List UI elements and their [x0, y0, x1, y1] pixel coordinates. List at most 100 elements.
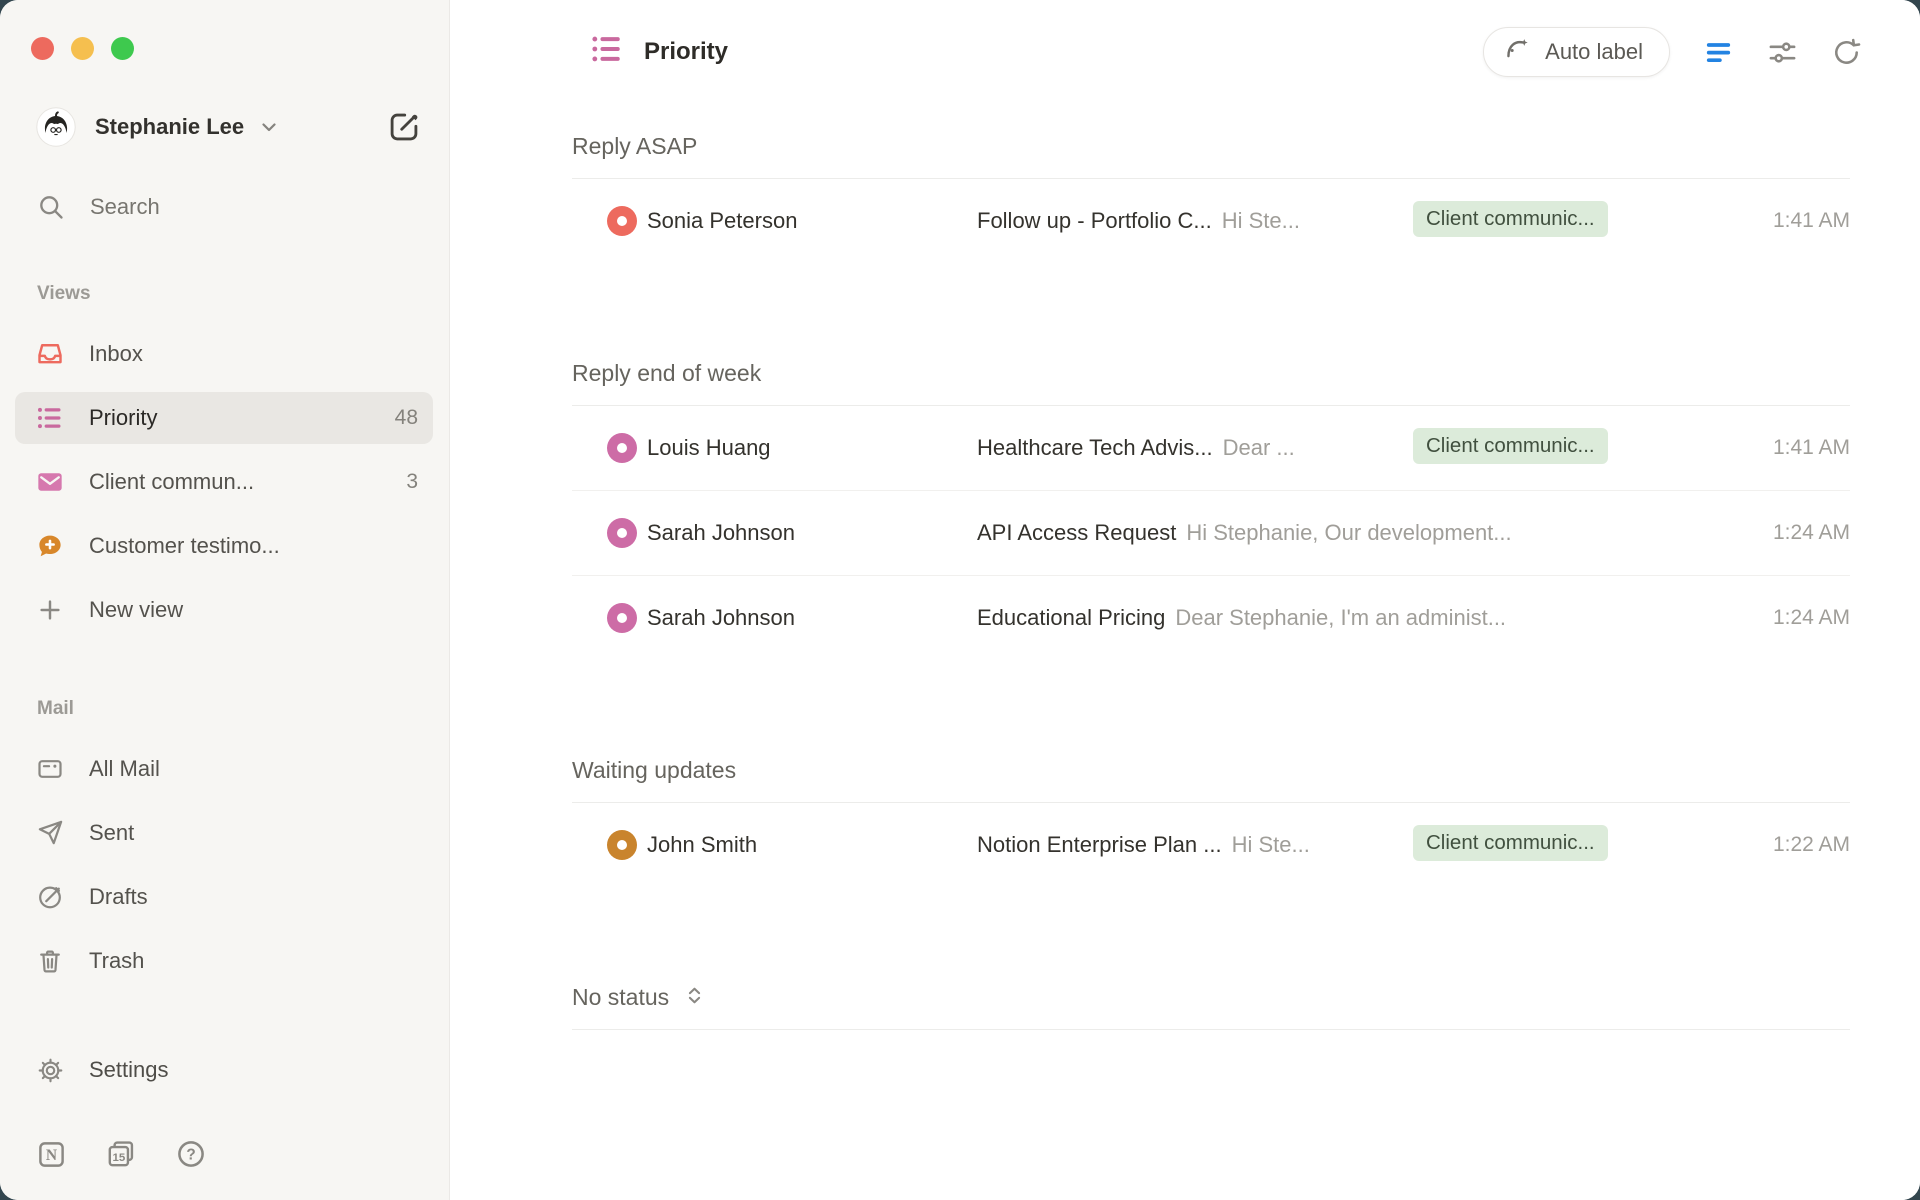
sidebar-section-mail: Mail All Mail Sent Drafts Trash: [0, 648, 449, 999]
search-button[interactable]: Search: [37, 189, 421, 225]
email-time: 1:24 AM: [1650, 521, 1850, 545]
help-icon[interactable]: ?: [175, 1138, 207, 1170]
app-window: Stephanie Lee Search Views Inbox Priority4…: [0, 0, 1920, 1200]
unread-indicator: [617, 216, 627, 226]
email-row[interactable]: Sonia PetersonFollow up - Portfolio C...…: [572, 179, 1850, 263]
updown-icon: [682, 983, 707, 1011]
send-icon: [36, 819, 64, 847]
email-snippet: Hi Ste...: [1222, 208, 1300, 234]
sidebar-section-label: Views: [37, 283, 449, 305]
mail-section-title: Waiting updates: [572, 756, 1850, 803]
mail-section-title: Reply end of week: [572, 359, 1850, 406]
unread-indicator: [617, 443, 627, 453]
sender-avatar[interactable]: [607, 518, 637, 548]
sidebar-item-all-mail[interactable]: All Mail: [15, 743, 433, 795]
priority-list-icon: [590, 32, 624, 73]
email-subject: Healthcare Tech Advis...: [977, 435, 1213, 461]
refresh-icon[interactable]: [1831, 37, 1862, 68]
email-label-tag[interactable]: Client communic...: [1413, 201, 1608, 237]
envelope-icon: [36, 468, 64, 496]
email-label-tag[interactable]: Client communic...: [1413, 825, 1608, 861]
email-row[interactable]: Sarah JohnsonAPI Access RequestHi Stepha…: [572, 490, 1850, 575]
user-avatar[interactable]: [36, 107, 76, 147]
email-subject: Follow up - Portfolio C...: [977, 208, 1212, 234]
subject-snippet: Educational PricingDear Stephanie, I'm a…: [977, 605, 1650, 631]
view-header: Priority Auto label: [450, 0, 1920, 96]
sidebar: Stephanie Lee Search Views Inbox Priority4…: [0, 0, 450, 1200]
email-time: 1:24 AM: [1650, 606, 1850, 630]
section-title-text: No status: [572, 983, 669, 1011]
gear-icon: [37, 1057, 64, 1084]
header-actions: Auto label: [1483, 27, 1862, 77]
account-name[interactable]: Stephanie Lee: [95, 114, 244, 140]
minimize-button[interactable]: [71, 37, 94, 60]
label-column: Client communic...: [1413, 825, 1650, 866]
sidebar-item-label: All Mail: [89, 756, 160, 782]
subject-snippet: Follow up - Portfolio C... Hi Ste...: [977, 208, 1413, 234]
close-button[interactable]: [31, 37, 54, 60]
email-subject: Notion Enterprise Plan ...: [977, 832, 1222, 858]
email-snippet: Dear ...: [1223, 435, 1295, 461]
subject-snippet: API Access RequestHi Stephanie, Our deve…: [977, 520, 1650, 546]
compose-icon: [387, 110, 421, 144]
unread-indicator: [617, 528, 627, 538]
sidebar-item-settings[interactable]: Settings: [0, 1044, 449, 1096]
auto-label-icon: [1503, 35, 1532, 70]
settings-label: Settings: [89, 1057, 169, 1083]
auto-label-button[interactable]: Auto label: [1483, 27, 1670, 77]
email-row[interactable]: John SmithNotion Enterprise Plan ... Hi S…: [572, 803, 1850, 887]
sidebar-item-sent[interactable]: Sent: [15, 807, 433, 859]
section-sort-toggle[interactable]: [682, 983, 707, 1011]
email-label-tag[interactable]: Client communic...: [1413, 428, 1608, 464]
sidebar-item-inbox[interactable]: Inbox: [15, 328, 433, 380]
sidebar-item-label: Sent: [89, 820, 134, 846]
svg-text:?: ?: [186, 1146, 195, 1163]
sidebar-section-label: Mail: [37, 698, 449, 720]
mail-section-reply-end-of-week: Reply end of week Louis HuangHealthcare T…: [572, 359, 1850, 660]
sender-avatar[interactable]: [607, 433, 637, 463]
sidebar-item-trash[interactable]: Trash: [15, 935, 433, 987]
sender-name: John Smith: [647, 832, 977, 858]
sender-name: Sonia Peterson: [647, 208, 977, 234]
notion-logo-icon[interactable]: N: [36, 1139, 67, 1170]
sidebar-item-label: Inbox: [89, 341, 143, 367]
sender-avatar[interactable]: [607, 830, 637, 860]
calendar-icon[interactable]: 15: [105, 1138, 137, 1170]
sender-avatar[interactable]: [607, 206, 637, 236]
sidebar-item-customer-testimo[interactable]: Customer testimo...: [15, 520, 433, 572]
sidebar-item-priority[interactable]: Priority48: [15, 392, 433, 444]
sidebar-item-client-commun[interactable]: Client commun...3: [15, 456, 433, 508]
email-row[interactable]: Sarah JohnsonEducational PricingDear Ste…: [572, 575, 1850, 660]
sidebar-nav: Views Inbox Priority48 Client commun...3 Cus…: [0, 225, 449, 999]
sender-name: Louis Huang: [647, 435, 977, 461]
label-column: Client communic...: [1413, 201, 1650, 242]
section-title-text: Reply ASAP: [572, 132, 697, 160]
sliders-icon[interactable]: [1767, 37, 1798, 68]
unread-count: 3: [406, 470, 418, 494]
chevron-down-icon[interactable]: [257, 115, 281, 139]
sidebar-item-label: Drafts: [89, 884, 148, 910]
svg-text:N: N: [46, 1147, 57, 1164]
email-snippet: Hi Ste...: [1232, 832, 1310, 858]
priority-list-icon: [36, 404, 64, 432]
auto-label-text: Auto label: [1545, 39, 1643, 65]
main-panel: Priority Auto label: [450, 0, 1920, 1200]
filter-icon[interactable]: [1703, 37, 1734, 68]
zoom-button[interactable]: [111, 37, 134, 60]
email-list: Reply ASAP Sonia PetersonFollow up - Port…: [572, 96, 1850, 1030]
window-controls: [0, 0, 449, 60]
sidebar-item-new-view[interactable]: New view: [15, 584, 433, 636]
mail-section-reply-asap: Reply ASAP Sonia PetersonFollow up - Port…: [572, 132, 1850, 263]
search-label: Search: [90, 194, 160, 220]
svg-text:15: 15: [112, 1152, 125, 1164]
section-title-text: Reply end of week: [572, 359, 761, 387]
email-row[interactable]: Louis HuangHealthcare Tech Advis... Dear …: [572, 406, 1850, 490]
mail-section-waiting-updates: Waiting updatesJohn SmithNotion Enterpri…: [572, 756, 1850, 887]
sidebar-item-drafts[interactable]: Drafts: [15, 871, 433, 923]
sidebar-footer: N 15 ?: [36, 1136, 411, 1172]
sender-avatar[interactable]: [607, 603, 637, 633]
mail-section-no-status: No status: [572, 983, 1850, 1030]
sidebar-item-label: New view: [89, 597, 183, 623]
compose-button[interactable]: [387, 110, 421, 144]
email-time: 1:41 AM: [1650, 209, 1850, 233]
